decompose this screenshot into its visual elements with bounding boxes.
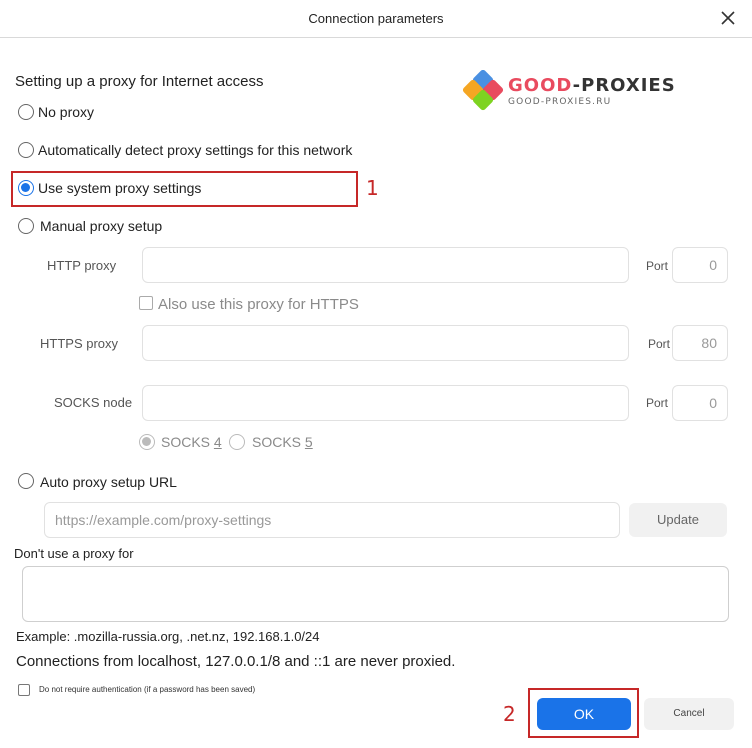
radio-socks5[interactable] [229,434,245,450]
http-port-label: Port [646,259,669,273]
socks5-label-number: 5 [304,434,313,450]
socks4-label-number: 4 [213,434,222,450]
https-port-label: Port [648,337,671,351]
socks4-label-text: SOCKS [161,434,211,450]
no-proxy-for-textarea[interactable] [22,566,729,622]
http-proxy-label: HTTP proxy [47,258,117,273]
socks-node-label: SOCKS node [54,395,133,410]
also-https-checkbox[interactable] [139,296,153,310]
auto-proxy-url-input[interactable]: https://example.com/proxy-settings [44,502,620,538]
dialog-title: Connection parameters [308,11,444,26]
radio-manual-proxy-label[interactable]: Manual proxy setup [40,218,162,234]
radio-no-proxy-label[interactable]: No proxy [38,104,94,120]
radio-auto-proxy-url-label[interactable]: Auto proxy setup URL [40,474,177,490]
radio-auto-proxy-url[interactable] [18,473,34,489]
socks-port-input[interactable]: 0 [672,385,728,421]
no-proxy-for-label: Don't use a proxy for [14,546,134,561]
socks-node-input[interactable] [142,385,629,421]
logo-mark-icon [462,70,504,111]
http-port-input[interactable]: 0 [672,247,728,283]
radio-no-proxy[interactable] [18,104,34,120]
update-button[interactable]: Update [629,503,727,537]
good-proxies-logo: GOOD-PROXIES GOOD-PROXIES.RU [462,70,682,114]
https-proxy-input[interactable] [142,325,629,361]
title-bar: Connection parameters [0,0,752,38]
no-auth-label[interactable]: Do not require authentication (if a pass… [39,685,255,694]
radio-socks5-label[interactable]: SOCKS 5 [252,434,313,450]
http-proxy-input[interactable] [142,247,629,283]
no-proxy-example: Example: .mozilla-russia.org, .net.nz, 1… [16,629,320,644]
no-auth-checkbox[interactable] [18,684,30,696]
highlight-box-system [11,171,358,207]
logo-word-proxies: -PROXIES [572,75,676,96]
logo-wordmark: GOOD-PROXIES [508,75,676,96]
https-port-input[interactable]: 80 [672,325,728,361]
radio-socks4[interactable] [139,434,155,450]
section-heading: Setting up a proxy for Internet access [15,73,264,90]
radio-auto-detect[interactable] [18,142,34,158]
close-icon[interactable] [718,8,738,28]
radio-socks4-label[interactable]: SOCKS 4 [161,434,222,450]
annotation-marker-2: 2 [503,702,516,726]
logo-word-good: GOOD [508,75,573,96]
also-https-label[interactable]: Also use this proxy for HTTPS [158,296,359,313]
logo-domain: GOOD-PROXIES.RU [508,97,612,107]
cancel-button[interactable]: Cancel [644,698,734,730]
radio-auto-detect-label[interactable]: Automatically detect proxy settings for … [38,142,352,158]
https-proxy-label: HTTPS proxy [40,336,119,351]
no-proxy-note: Connections from localhost, 127.0.0.1/8 … [16,653,456,670]
annotation-marker-1: 1 [366,176,379,200]
radio-manual-proxy[interactable] [18,218,34,234]
socks-port-label: Port [646,396,669,410]
ok-button[interactable]: OK [537,698,631,730]
socks5-label-text: SOCKS [252,434,302,450]
